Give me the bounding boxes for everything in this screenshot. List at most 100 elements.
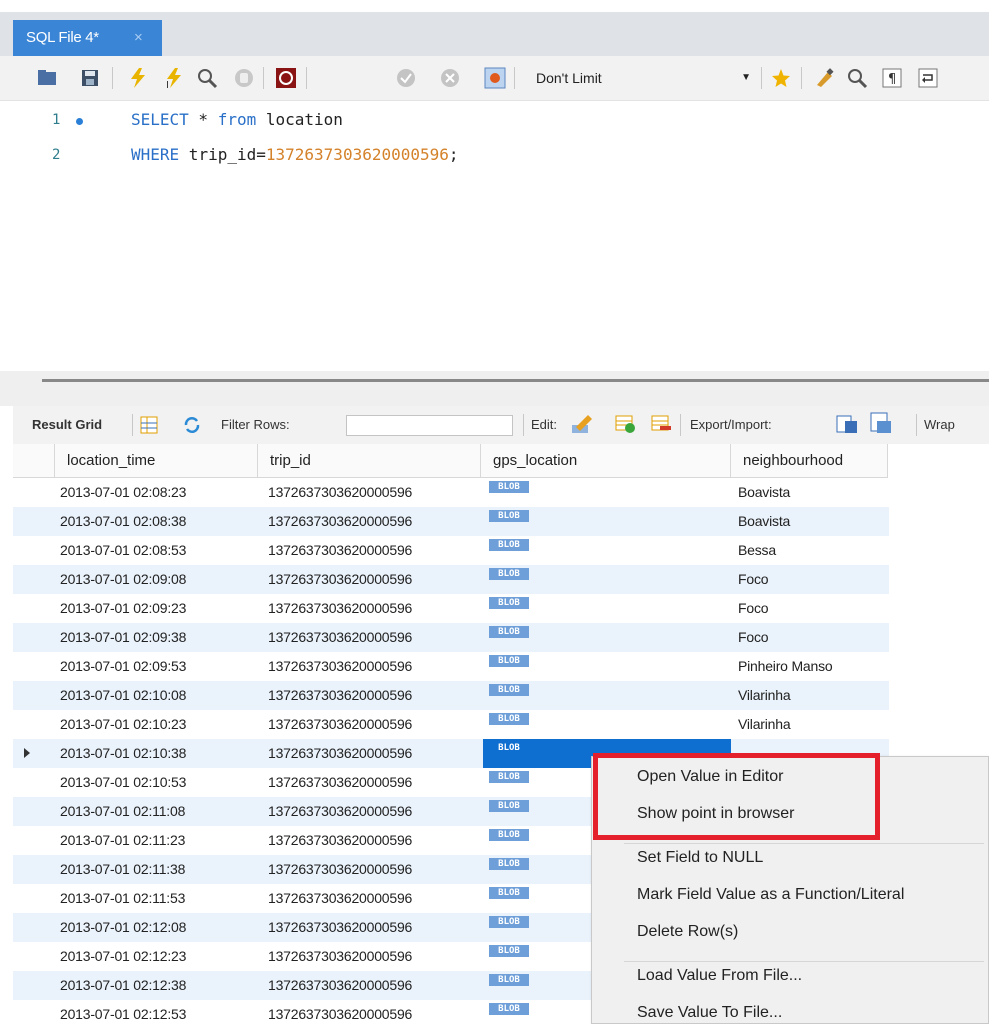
cell-location-time[interactable]: 2013-07-01 02:11:38: [60, 855, 185, 884]
edit-cell-icon[interactable]: [570, 413, 594, 435]
cell-neighbourhood[interactable]: Foco: [738, 594, 769, 623]
explain-icon[interactable]: [196, 67, 218, 89]
autocommit-icon[interactable]: [484, 67, 506, 89]
cell-location-time[interactable]: 2013-07-01 02:09:53: [60, 652, 186, 681]
cell-trip-id[interactable]: 1372637303620000596: [268, 1000, 412, 1024]
cell-location-time[interactable]: 2013-07-01 02:10:38: [60, 739, 186, 768]
column-header-neighbourhood[interactable]: neighbourhood: [731, 444, 888, 478]
cell-location-time[interactable]: 2013-07-01 02:08:23: [60, 478, 186, 507]
blob-badge[interactable]: BLOB: [489, 974, 529, 986]
cell-neighbourhood[interactable]: Vilarinha: [738, 681, 791, 710]
cell-location-time[interactable]: 2013-07-01 02:11:53: [60, 884, 185, 913]
blob-badge[interactable]: BLOB: [489, 539, 529, 551]
blob-badge[interactable]: BLOB: [489, 916, 529, 928]
table-row[interactable]: 2013-07-01 02:08:23 1372637303620000596 BL…: [13, 478, 889, 507]
execute-icon[interactable]: [127, 67, 149, 89]
blob-badge[interactable]: BLOB: [489, 771, 529, 783]
code-line-1[interactable]: SELECT * from location: [131, 110, 343, 129]
insert-row-icon[interactable]: [614, 413, 636, 435]
beautify-icon[interactable]: [814, 67, 836, 89]
menu-item-show-point-in-browser[interactable]: Show point in browser: [637, 805, 794, 823]
grid-view-icon[interactable]: [139, 415, 159, 435]
cell-location-time[interactable]: 2013-07-01 02:12:38: [60, 971, 186, 1000]
cell-neighbourhood[interactable]: Bessa: [738, 536, 776, 565]
row-limit-select[interactable]: Don't Limit ▼: [521, 66, 757, 90]
table-row[interactable]: 2013-07-01 02:10:23 1372637303620000596 BL…: [13, 710, 889, 739]
code-line-2[interactable]: WHERE trip_id=1372637303620000596;: [131, 145, 459, 164]
cell-location-time[interactable]: 2013-07-01 02:11:08: [60, 797, 185, 826]
cell-neighbourhood[interactable]: Foco: [738, 623, 769, 652]
open-folder-icon[interactable]: [36, 67, 58, 89]
cell-trip-id[interactable]: 1372637303620000596: [268, 913, 412, 942]
menu-item-open-value-in-editor[interactable]: Open Value in Editor: [637, 768, 783, 786]
cell-location-time[interactable]: 2013-07-01 02:10:53: [60, 768, 186, 797]
cell-trip-id[interactable]: 1372637303620000596: [268, 971, 412, 1000]
menu-item-delete-rows[interactable]: Delete Row(s): [637, 923, 738, 941]
cell-trip-id[interactable]: 1372637303620000596: [268, 565, 412, 594]
cell-location-time[interactable]: 2013-07-01 02:10:23: [60, 710, 186, 739]
blob-badge[interactable]: BLOB: [489, 655, 529, 667]
menu-item-set-field-to-null[interactable]: Set Field to NULL: [637, 849, 763, 867]
cell-location-time[interactable]: 2013-07-01 02:11:23: [60, 826, 185, 855]
cell-location-time[interactable]: 2013-07-01 02:10:08: [60, 681, 186, 710]
table-row[interactable]: 2013-07-01 02:09:23 1372637303620000596 BL…: [13, 594, 889, 623]
cell-location-time[interactable]: 2013-07-01 02:09:38: [60, 623, 186, 652]
blob-badge[interactable]: BLOB: [489, 858, 529, 870]
blob-badge[interactable]: BLOB: [489, 481, 529, 493]
cell-location-time[interactable]: 2013-07-01 02:08:53: [60, 536, 186, 565]
execute-selection-icon[interactable]: I: [163, 67, 185, 89]
cell-trip-id[interactable]: 1372637303620000596: [268, 536, 412, 565]
commit-icon[interactable]: [395, 67, 417, 89]
panel-splitter[interactable]: [0, 371, 989, 406]
cell-trip-id[interactable]: 1372637303620000596: [268, 507, 412, 536]
table-row[interactable]: 2013-07-01 02:09:38 1372637303620000596 BL…: [13, 623, 889, 652]
blob-badge[interactable]: BLOB: [489, 1003, 529, 1015]
table-row[interactable]: 2013-07-01 02:09:08 1372637303620000596 BL…: [13, 565, 889, 594]
cell-trip-id[interactable]: 1372637303620000596: [268, 739, 412, 768]
toggle-error-icon[interactable]: [275, 67, 297, 89]
cell-trip-id[interactable]: 1372637303620000596: [268, 942, 412, 971]
cell-trip-id[interactable]: 1372637303620000596: [268, 710, 412, 739]
table-row[interactable]: 2013-07-01 02:09:53 1372637303620000596 BL…: [13, 652, 889, 681]
blob-badge[interactable]: BLOB: [489, 568, 529, 580]
blob-badge[interactable]: BLOB: [489, 742, 529, 754]
cell-location-time[interactable]: 2013-07-01 02:09:08: [60, 565, 186, 594]
find-icon[interactable]: [846, 67, 868, 89]
cell-trip-id[interactable]: 1372637303620000596: [268, 478, 412, 507]
save-icon[interactable]: [79, 67, 101, 89]
cell-trip-id[interactable]: 1372637303620000596: [268, 594, 412, 623]
refresh-icon[interactable]: [182, 415, 202, 435]
menu-item-load-value-from-file[interactable]: Load Value From File...: [637, 967, 802, 985]
delete-row-icon[interactable]: [650, 413, 672, 435]
wrap-icon[interactable]: [917, 67, 939, 89]
tab-sql-file[interactable]: SQL File 4* ×: [13, 20, 162, 56]
menu-item-save-value-to-file[interactable]: Save Value To File...: [637, 1004, 782, 1022]
cell-location-time[interactable]: 2013-07-01 02:12:08: [60, 913, 186, 942]
result-grid-label[interactable]: Result Grid: [32, 417, 102, 432]
column-header-location-time[interactable]: location_time: [55, 444, 258, 478]
splitter-handle[interactable]: [42, 379, 989, 382]
blob-badge[interactable]: BLOB: [489, 510, 529, 522]
cell-trip-id[interactable]: 1372637303620000596: [268, 855, 412, 884]
blob-badge[interactable]: BLOB: [489, 597, 529, 609]
cell-trip-id[interactable]: 1372637303620000596: [268, 826, 412, 855]
import-icon[interactable]: [869, 411, 893, 435]
column-header-trip-id[interactable]: trip_id: [258, 444, 481, 478]
cell-location-time[interactable]: 2013-07-01 02:12:53: [60, 1000, 186, 1024]
cell-neighbourhood[interactable]: Boavista: [738, 507, 790, 536]
cell-neighbourhood[interactable]: Boavista: [738, 478, 790, 507]
blob-badge[interactable]: BLOB: [489, 626, 529, 638]
cell-trip-id[interactable]: 1372637303620000596: [268, 884, 412, 913]
cell-neighbourhood[interactable]: Vilarinha: [738, 710, 791, 739]
cell-location-time[interactable]: 2013-07-01 02:12:23: [60, 942, 186, 971]
cell-trip-id[interactable]: 1372637303620000596: [268, 681, 412, 710]
blob-badge[interactable]: BLOB: [489, 684, 529, 696]
blob-badge[interactable]: BLOB: [489, 887, 529, 899]
stop-icon[interactable]: [233, 67, 255, 89]
filter-rows-input[interactable]: [346, 415, 513, 436]
bookmark-icon[interactable]: [770, 67, 792, 89]
cell-trip-id[interactable]: 1372637303620000596: [268, 623, 412, 652]
cell-location-time[interactable]: 2013-07-01 02:09:23: [60, 594, 186, 623]
blob-badge[interactable]: BLOB: [489, 713, 529, 725]
column-header-gps-location[interactable]: gps_location: [481, 444, 731, 478]
